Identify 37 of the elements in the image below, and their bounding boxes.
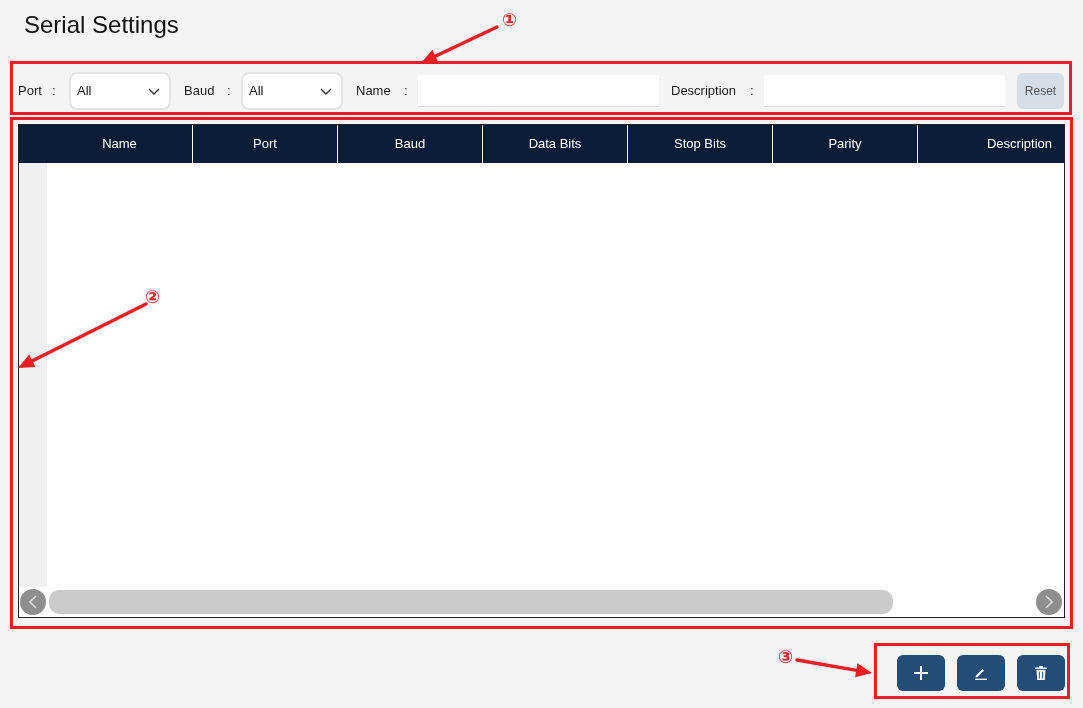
add-button[interactable]: [897, 655, 945, 691]
text-input-field[interactable]: [764, 75, 1005, 107]
trash-icon: [1035, 666, 1047, 680]
scroll-left-button[interactable]: [20, 589, 46, 615]
label-colon: :: [52, 82, 57, 101]
horizontal-scrollbar-thumb[interactable]: [49, 590, 893, 614]
scroll-right-button[interactable]: [1036, 589, 1062, 615]
plus-icon: [914, 666, 928, 680]
delete-button[interactable]: [1017, 655, 1065, 691]
filter-label: Description: [671, 82, 738, 101]
page-title: Serial Settings: [24, 10, 179, 40]
column-header: Name: [101, 135, 138, 154]
chevron-down-icon: [320, 87, 332, 95]
reset-button[interactable]: Reset: [1017, 73, 1064, 109]
column-header: Port: [192, 125, 337, 163]
chevron-down-icon: [148, 87, 160, 95]
text-input-field[interactable]: [418, 75, 659, 107]
filter-label: Name: [356, 82, 392, 101]
edit-button[interactable]: [957, 655, 1005, 691]
column-header: Parity: [772, 125, 917, 163]
annotation-number: ②: [145, 287, 161, 307]
column-header: Baud: [337, 125, 482, 163]
chevron-left-icon: [29, 595, 37, 609]
annotation-number: ③: [778, 647, 794, 667]
pencil-icon: [974, 666, 988, 680]
dropdown-select[interactable]: All: [241, 72, 343, 110]
column-header: Stop Bits: [627, 125, 772, 163]
label-colon: :: [750, 82, 755, 101]
annotation-number: ①: [502, 10, 518, 30]
filter-label: Baud: [184, 82, 216, 101]
column-header: Description: [917, 125, 1064, 163]
filter-label: Port: [18, 82, 43, 101]
dropdown-select[interactable]: All: [69, 72, 171, 110]
chevron-right-icon: [1045, 595, 1053, 609]
column-header: Data Bits: [482, 125, 627, 163]
label-colon: :: [227, 82, 232, 101]
label-colon: :: [404, 82, 409, 101]
